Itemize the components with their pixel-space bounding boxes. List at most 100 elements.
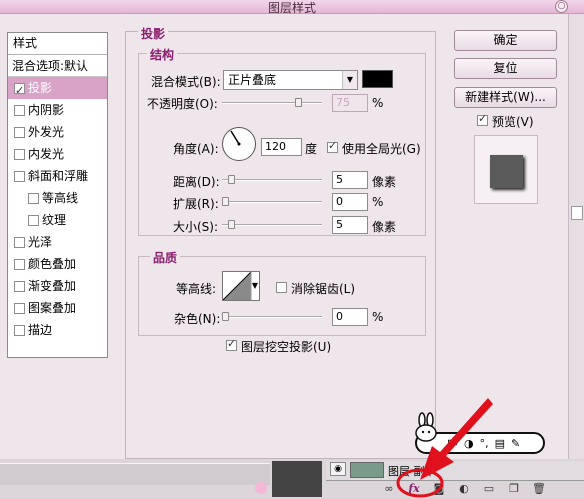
trash-icon[interactable]: 🗑 xyxy=(530,481,548,497)
settings-icon[interactable]: ✎ xyxy=(511,437,520,450)
reset-button[interactable]: 复位 xyxy=(454,58,557,79)
style-item-checkbox[interactable] xyxy=(14,148,25,160)
keyboard-icon[interactable]: ▤ xyxy=(495,437,505,450)
layer-actions: ∞ fx ◙ ◐ ▭ ❐ 🗑 xyxy=(380,481,548,499)
style-item-checkbox[interactable] xyxy=(14,126,25,138)
layer-thumbnail xyxy=(350,462,384,478)
shadow-color-swatch[interactable] xyxy=(362,70,393,88)
style-item-checkbox[interactable] xyxy=(28,192,39,204)
angle-dial[interactable] xyxy=(222,127,256,161)
blend-mode-value: 正片叠底 xyxy=(228,73,277,87)
group-folder-icon[interactable]: ▭ xyxy=(480,481,498,497)
preview-checkbox[interactable] xyxy=(477,112,488,126)
size-input[interactable]: 5 xyxy=(332,216,368,234)
angle-input[interactable]: 120 xyxy=(261,138,302,156)
style-item[interactable]: 斜面和浮雕 xyxy=(8,165,107,187)
style-item-label: 颜色叠加 xyxy=(28,257,77,271)
blending-options-item[interactable]: 混合选项:默认 xyxy=(8,55,107,77)
blending-options-label: 混合选项:默认 xyxy=(12,58,89,73)
mask-icon[interactable]: ◙ xyxy=(430,481,448,497)
global-light-label: 使用全局光(G) xyxy=(342,142,421,156)
scrollbar-handle[interactable] xyxy=(571,206,583,220)
side-panel-edge xyxy=(568,14,584,459)
spread-unit: % xyxy=(372,195,384,209)
style-item[interactable]: 等高线 xyxy=(8,187,107,209)
eye-icon[interactable]: ◉ xyxy=(330,462,346,476)
preview-label: 预览(V) xyxy=(492,115,534,129)
contour-label: 等高线: xyxy=(176,282,217,296)
ok-button[interactable]: 确定 xyxy=(454,30,557,51)
opacity-slider-track[interactable] xyxy=(222,102,322,104)
panel-background xyxy=(0,463,270,485)
style-item-checkbox[interactable] xyxy=(14,104,25,116)
spread-label: 扩展(R): xyxy=(173,197,219,211)
decor-dot xyxy=(255,482,267,494)
opacity-slider-thumb[interactable] xyxy=(295,98,302,107)
distance-slider-thumb[interactable] xyxy=(228,175,235,184)
blend-mode-select[interactable]: 正片叠底 ▼ xyxy=(223,70,358,90)
distance-input[interactable]: 5 xyxy=(332,171,368,189)
styles-list-header[interactable]: 样式 xyxy=(8,33,107,55)
global-light-checkbox[interactable] xyxy=(327,139,338,153)
blend-mode-label: 混合模式(B): xyxy=(151,75,221,89)
style-item[interactable]: 光泽 xyxy=(8,231,107,253)
punctuation-icon[interactable]: °, xyxy=(480,437,489,450)
style-item[interactable]: 外发光 xyxy=(8,121,107,143)
styles-list: 样式 混合选项:默认 投影内阴影外发光内发光斜面和浮雕等高线纹理光泽颜色叠加渐变… xyxy=(7,32,108,358)
noise-input[interactable]: 0 xyxy=(332,308,368,326)
ime-mode[interactable]: 中 xyxy=(447,435,458,451)
style-item[interactable]: 图案叠加 xyxy=(8,297,107,319)
spread-input[interactable]: 0 xyxy=(332,193,368,211)
style-item-label: 渐变叠加 xyxy=(28,279,77,293)
chevron-down-icon: ▼ xyxy=(342,71,357,89)
distance-label: 距离(D): xyxy=(173,175,220,189)
size-slider-track[interactable] xyxy=(222,224,322,226)
style-item[interactable]: 投影 xyxy=(8,77,107,102)
spread-slider-thumb[interactable] xyxy=(222,197,229,206)
style-item[interactable]: 内阴影 xyxy=(8,99,107,121)
style-item-checkbox[interactable] xyxy=(14,170,25,182)
quality-title: 品质 xyxy=(150,249,181,266)
size-unit: 像素 xyxy=(372,220,397,234)
style-item-label: 光泽 xyxy=(28,235,53,249)
style-item-label: 等高线 xyxy=(42,191,79,205)
style-item[interactable]: 纹理 xyxy=(8,209,107,231)
style-item[interactable]: 颜色叠加 xyxy=(8,253,107,275)
contour-picker[interactable]: ▼ xyxy=(222,271,260,301)
link-icon[interactable]: ∞ xyxy=(380,481,398,497)
style-item-label: 图案叠加 xyxy=(28,301,77,315)
size-slider-thumb[interactable] xyxy=(228,220,235,229)
style-item-checkbox[interactable] xyxy=(14,236,25,248)
style-item-label: 外发光 xyxy=(28,125,65,139)
moon-icon[interactable]: ◑ xyxy=(464,437,474,450)
style-item[interactable]: 描边 xyxy=(8,319,107,341)
style-item[interactable]: 内发光 xyxy=(8,143,107,165)
opacity-input[interactable]: 75 xyxy=(332,94,368,112)
noise-slider-thumb[interactable] xyxy=(222,312,229,321)
angle-label: 角度(A): xyxy=(173,142,219,156)
style-item-label: 内发光 xyxy=(28,147,65,161)
noise-slider-track[interactable] xyxy=(222,316,322,318)
style-item-checkbox[interactable] xyxy=(14,302,25,314)
noise-label: 杂色(N): xyxy=(174,312,221,326)
fx-icon[interactable]: fx xyxy=(405,481,423,497)
knockout-checkbox[interactable] xyxy=(226,337,237,351)
antialias-checkbox[interactable] xyxy=(276,282,287,293)
new-layer-icon[interactable]: ❐ xyxy=(505,481,523,497)
spread-slider-track[interactable] xyxy=(222,201,322,203)
style-item-checkbox[interactable] xyxy=(28,214,39,226)
style-item[interactable]: 渐变叠加 xyxy=(8,275,107,297)
title-bar: 图层样式 ○ xyxy=(0,0,584,15)
style-item-checkbox[interactable] xyxy=(14,280,25,292)
style-item-checkbox[interactable] xyxy=(14,80,25,102)
style-item-label: 描边 xyxy=(28,323,53,337)
adjustment-icon[interactable]: ◐ xyxy=(455,481,473,497)
new-style-button[interactable]: 新建样式(W)... xyxy=(454,87,557,108)
distance-slider-track[interactable] xyxy=(222,179,322,181)
style-item-label: 斜面和浮雕 xyxy=(28,169,89,183)
opacity-label: 不透明度(O): xyxy=(147,97,218,111)
style-item-checkbox[interactable] xyxy=(14,324,25,336)
style-item-checkbox[interactable] xyxy=(14,258,25,270)
layers-panel-bar: ◉ 图层 副本 ∞ fx ◙ ◐ ▭ ❐ 🗑 xyxy=(0,459,584,499)
close-icon[interactable]: ○ xyxy=(555,0,568,13)
